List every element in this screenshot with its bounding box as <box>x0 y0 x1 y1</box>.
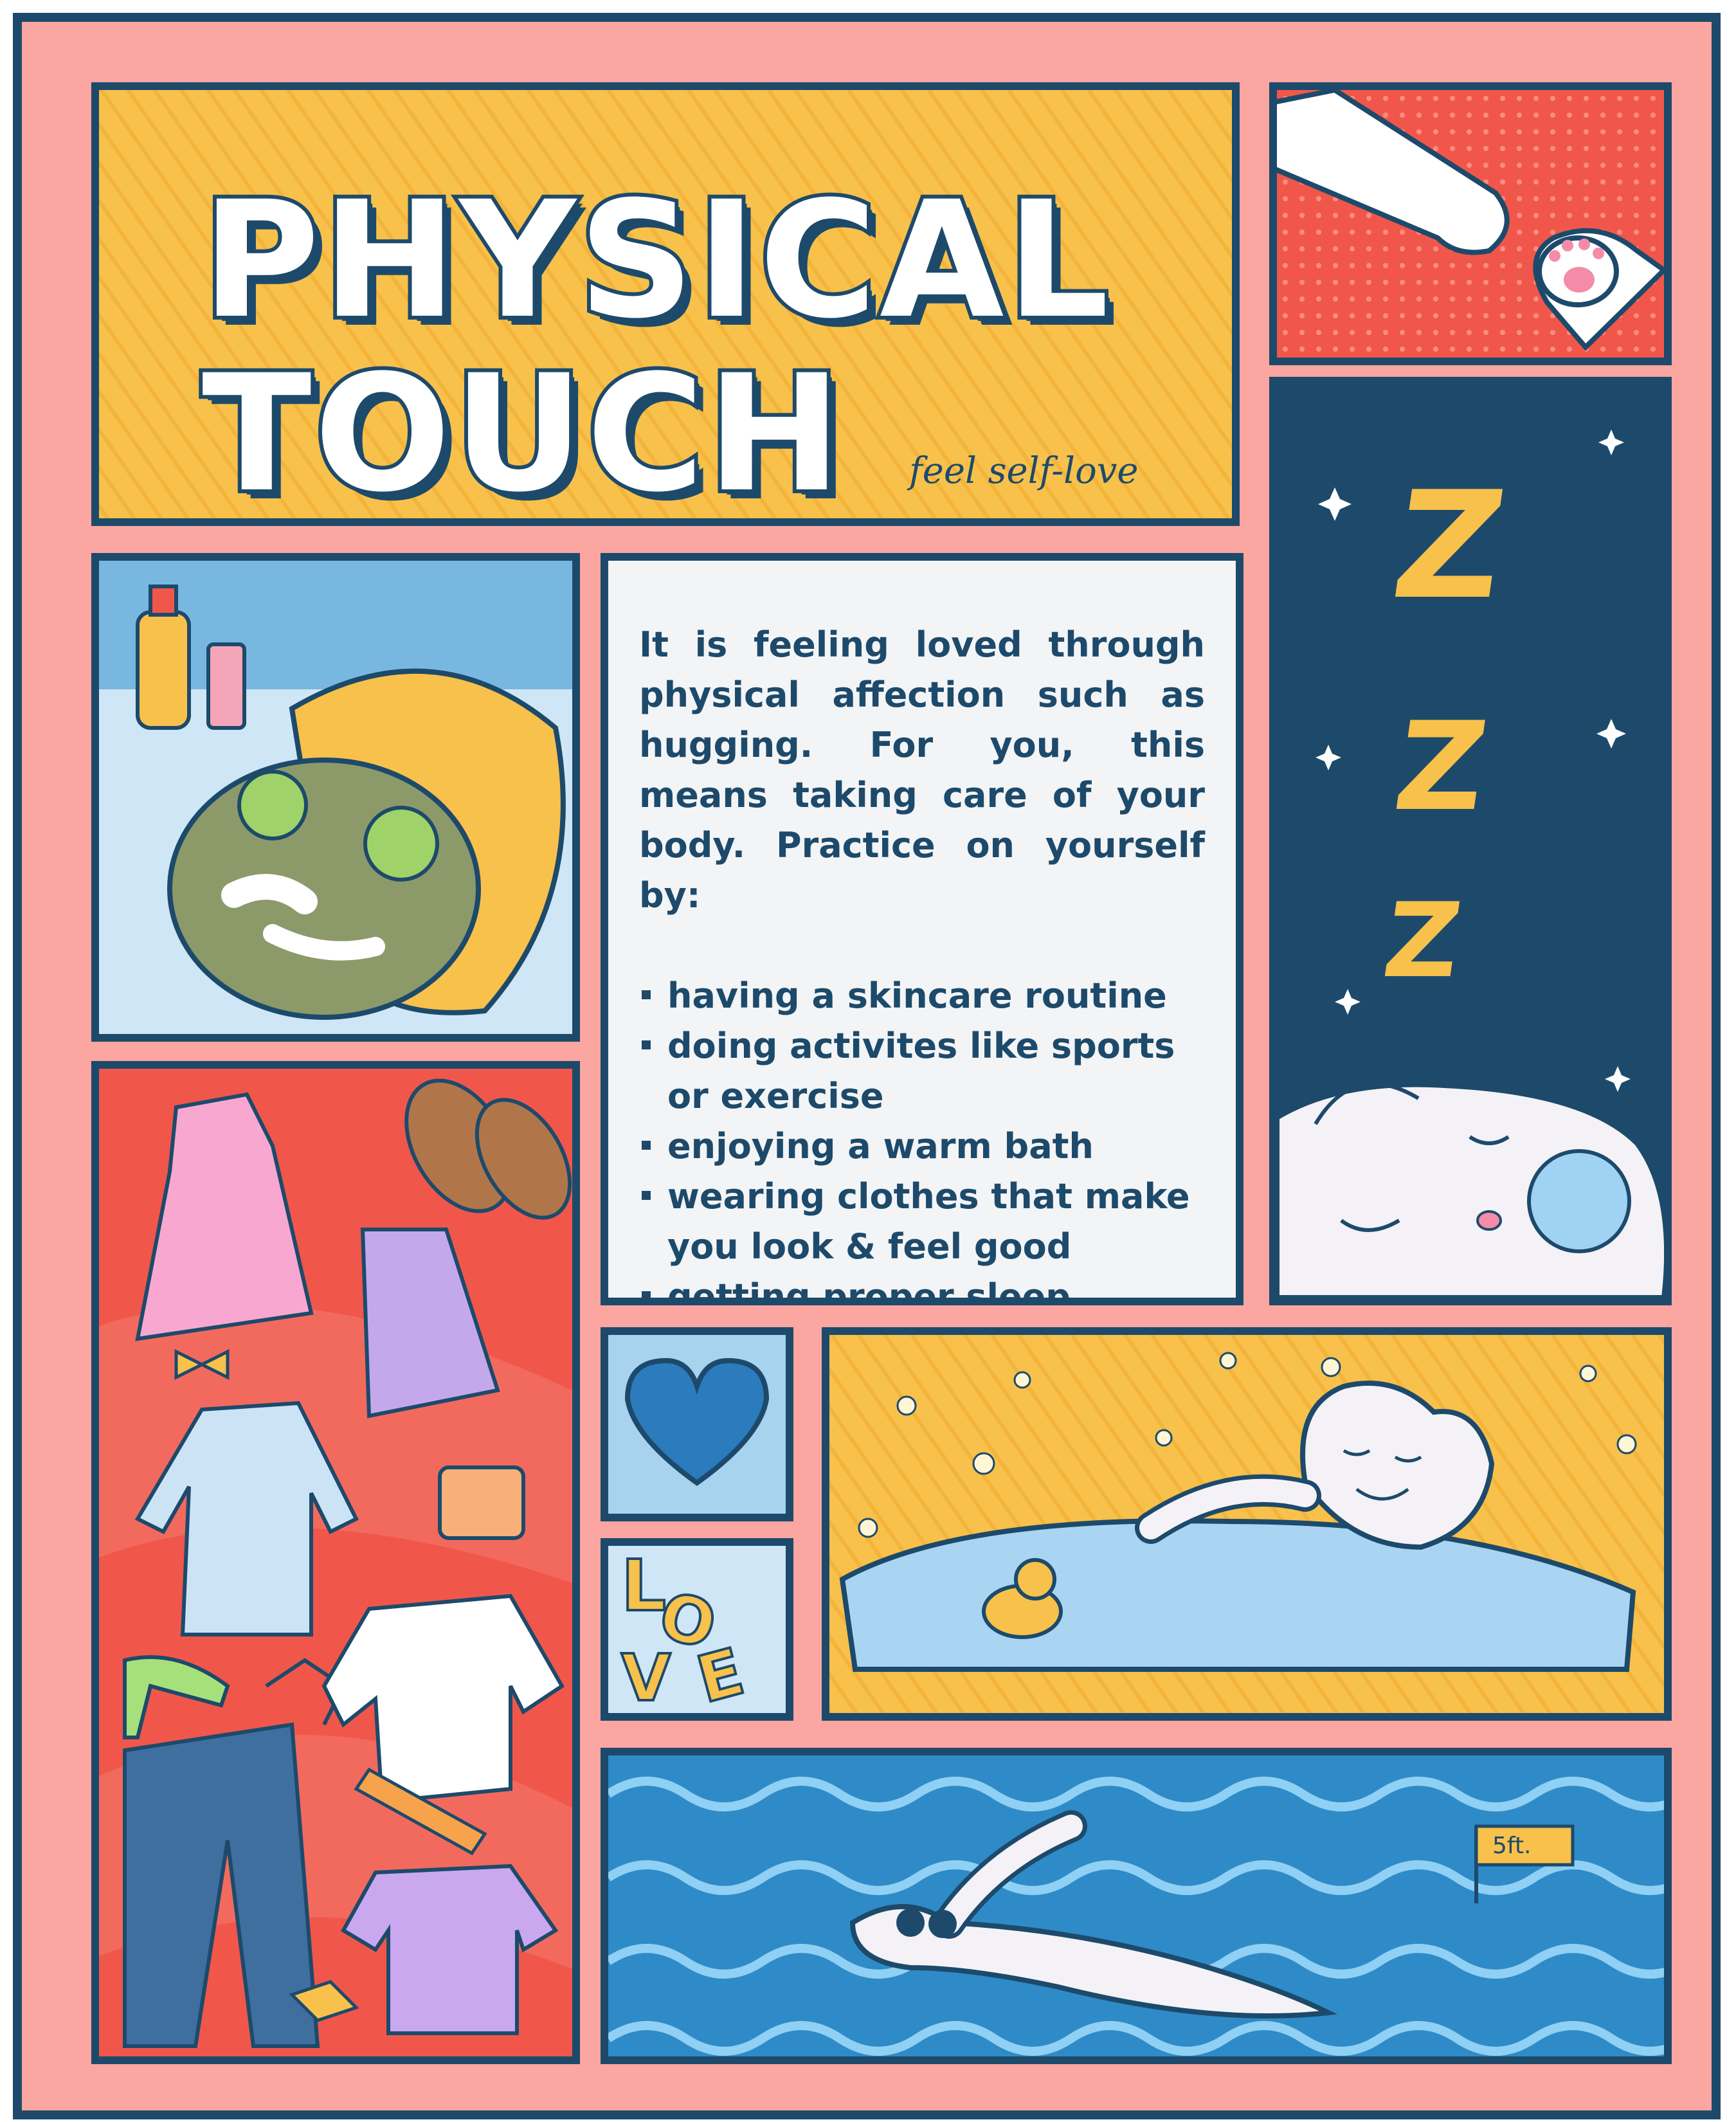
list-item: wearing clothes that make you look & fee… <box>639 1172 1205 1272</box>
love-letter-v: V <box>621 1640 671 1713</box>
zzz-small: Z <box>1377 881 1468 1001</box>
subtitle: feel self-love <box>909 450 1139 492</box>
poster: PHYSICAL TOUCH feel self-love Z Z Z It i… <box>0 0 1736 2122</box>
cream-tube-icon <box>206 642 246 730</box>
pink-dress-icon <box>135 1092 314 1341</box>
skincare-panel <box>91 553 580 1042</box>
description-intro: It is feeling loved through physical aff… <box>639 624 1205 916</box>
handbag-icon <box>438 1465 525 1540</box>
zzz-medium: Z <box>1387 696 1496 839</box>
title-line-physical: PHYSICAL <box>198 167 1113 354</box>
green-heels-icon <box>123 1655 230 1739</box>
face-mask-icon <box>167 757 481 1020</box>
sleep-panel: Z Z Z <box>1269 377 1672 1305</box>
description-text: It is feeling loved through physical aff… <box>639 620 1205 1298</box>
sleeping-cat-head-icon <box>1277 1082 1664 1298</box>
heart-tile <box>601 1327 793 1521</box>
sleeping-cat-illustration: Z Z Z <box>1277 430 1664 1298</box>
clothes-illustration <box>99 1078 572 2048</box>
cat-paws-illustration <box>1277 90 1664 358</box>
face-mask-cat-illustration <box>99 561 572 1034</box>
list-item: getting proper sleep <box>639 1272 1205 1298</box>
purple-skirt-icon <box>360 1228 500 1419</box>
swim-panel: 5ft. <box>601 1748 1672 2064</box>
love-blocks-illustration: L O V E <box>620 1546 753 1713</box>
purple-tshirt-icon <box>340 1864 559 2035</box>
paw-panel <box>1269 82 1672 365</box>
clothes-panel <box>91 1061 580 2064</box>
title-line-touch: TOUCH <box>198 340 845 526</box>
love-letter-e: E <box>689 1634 751 1713</box>
bath-panel <box>822 1327 1672 1721</box>
title-panel: PHYSICAL TOUCH feel self-love <box>91 82 1240 526</box>
jeans-icon <box>123 1722 320 2048</box>
list-item: doing activites like sports or exercise <box>639 1021 1205 1121</box>
practice-list: having a skincare routine doing activite… <box>639 971 1205 1298</box>
description-panel: It is feeling loved through physical aff… <box>601 553 1243 1305</box>
brown-shoes-icon <box>404 1078 572 1220</box>
depth-flag-label: 5ft. <box>1492 1833 1532 1859</box>
heart-icon <box>624 1357 770 1486</box>
list-item: enjoying a warm bath <box>639 1121 1205 1172</box>
swimming-cat-illustration: 5ft. <box>608 1755 1664 2056</box>
bath-cat-illustration <box>829 1335 1664 1713</box>
zzz-large: Z <box>1384 459 1515 632</box>
love-letter-l: L <box>621 1546 666 1627</box>
love-tile: L O V E <box>601 1538 793 1721</box>
poster-frame: PHYSICAL TOUCH feel self-love Z Z Z It i… <box>13 13 1721 2119</box>
list-item: having a skincare routine <box>639 971 1205 1021</box>
